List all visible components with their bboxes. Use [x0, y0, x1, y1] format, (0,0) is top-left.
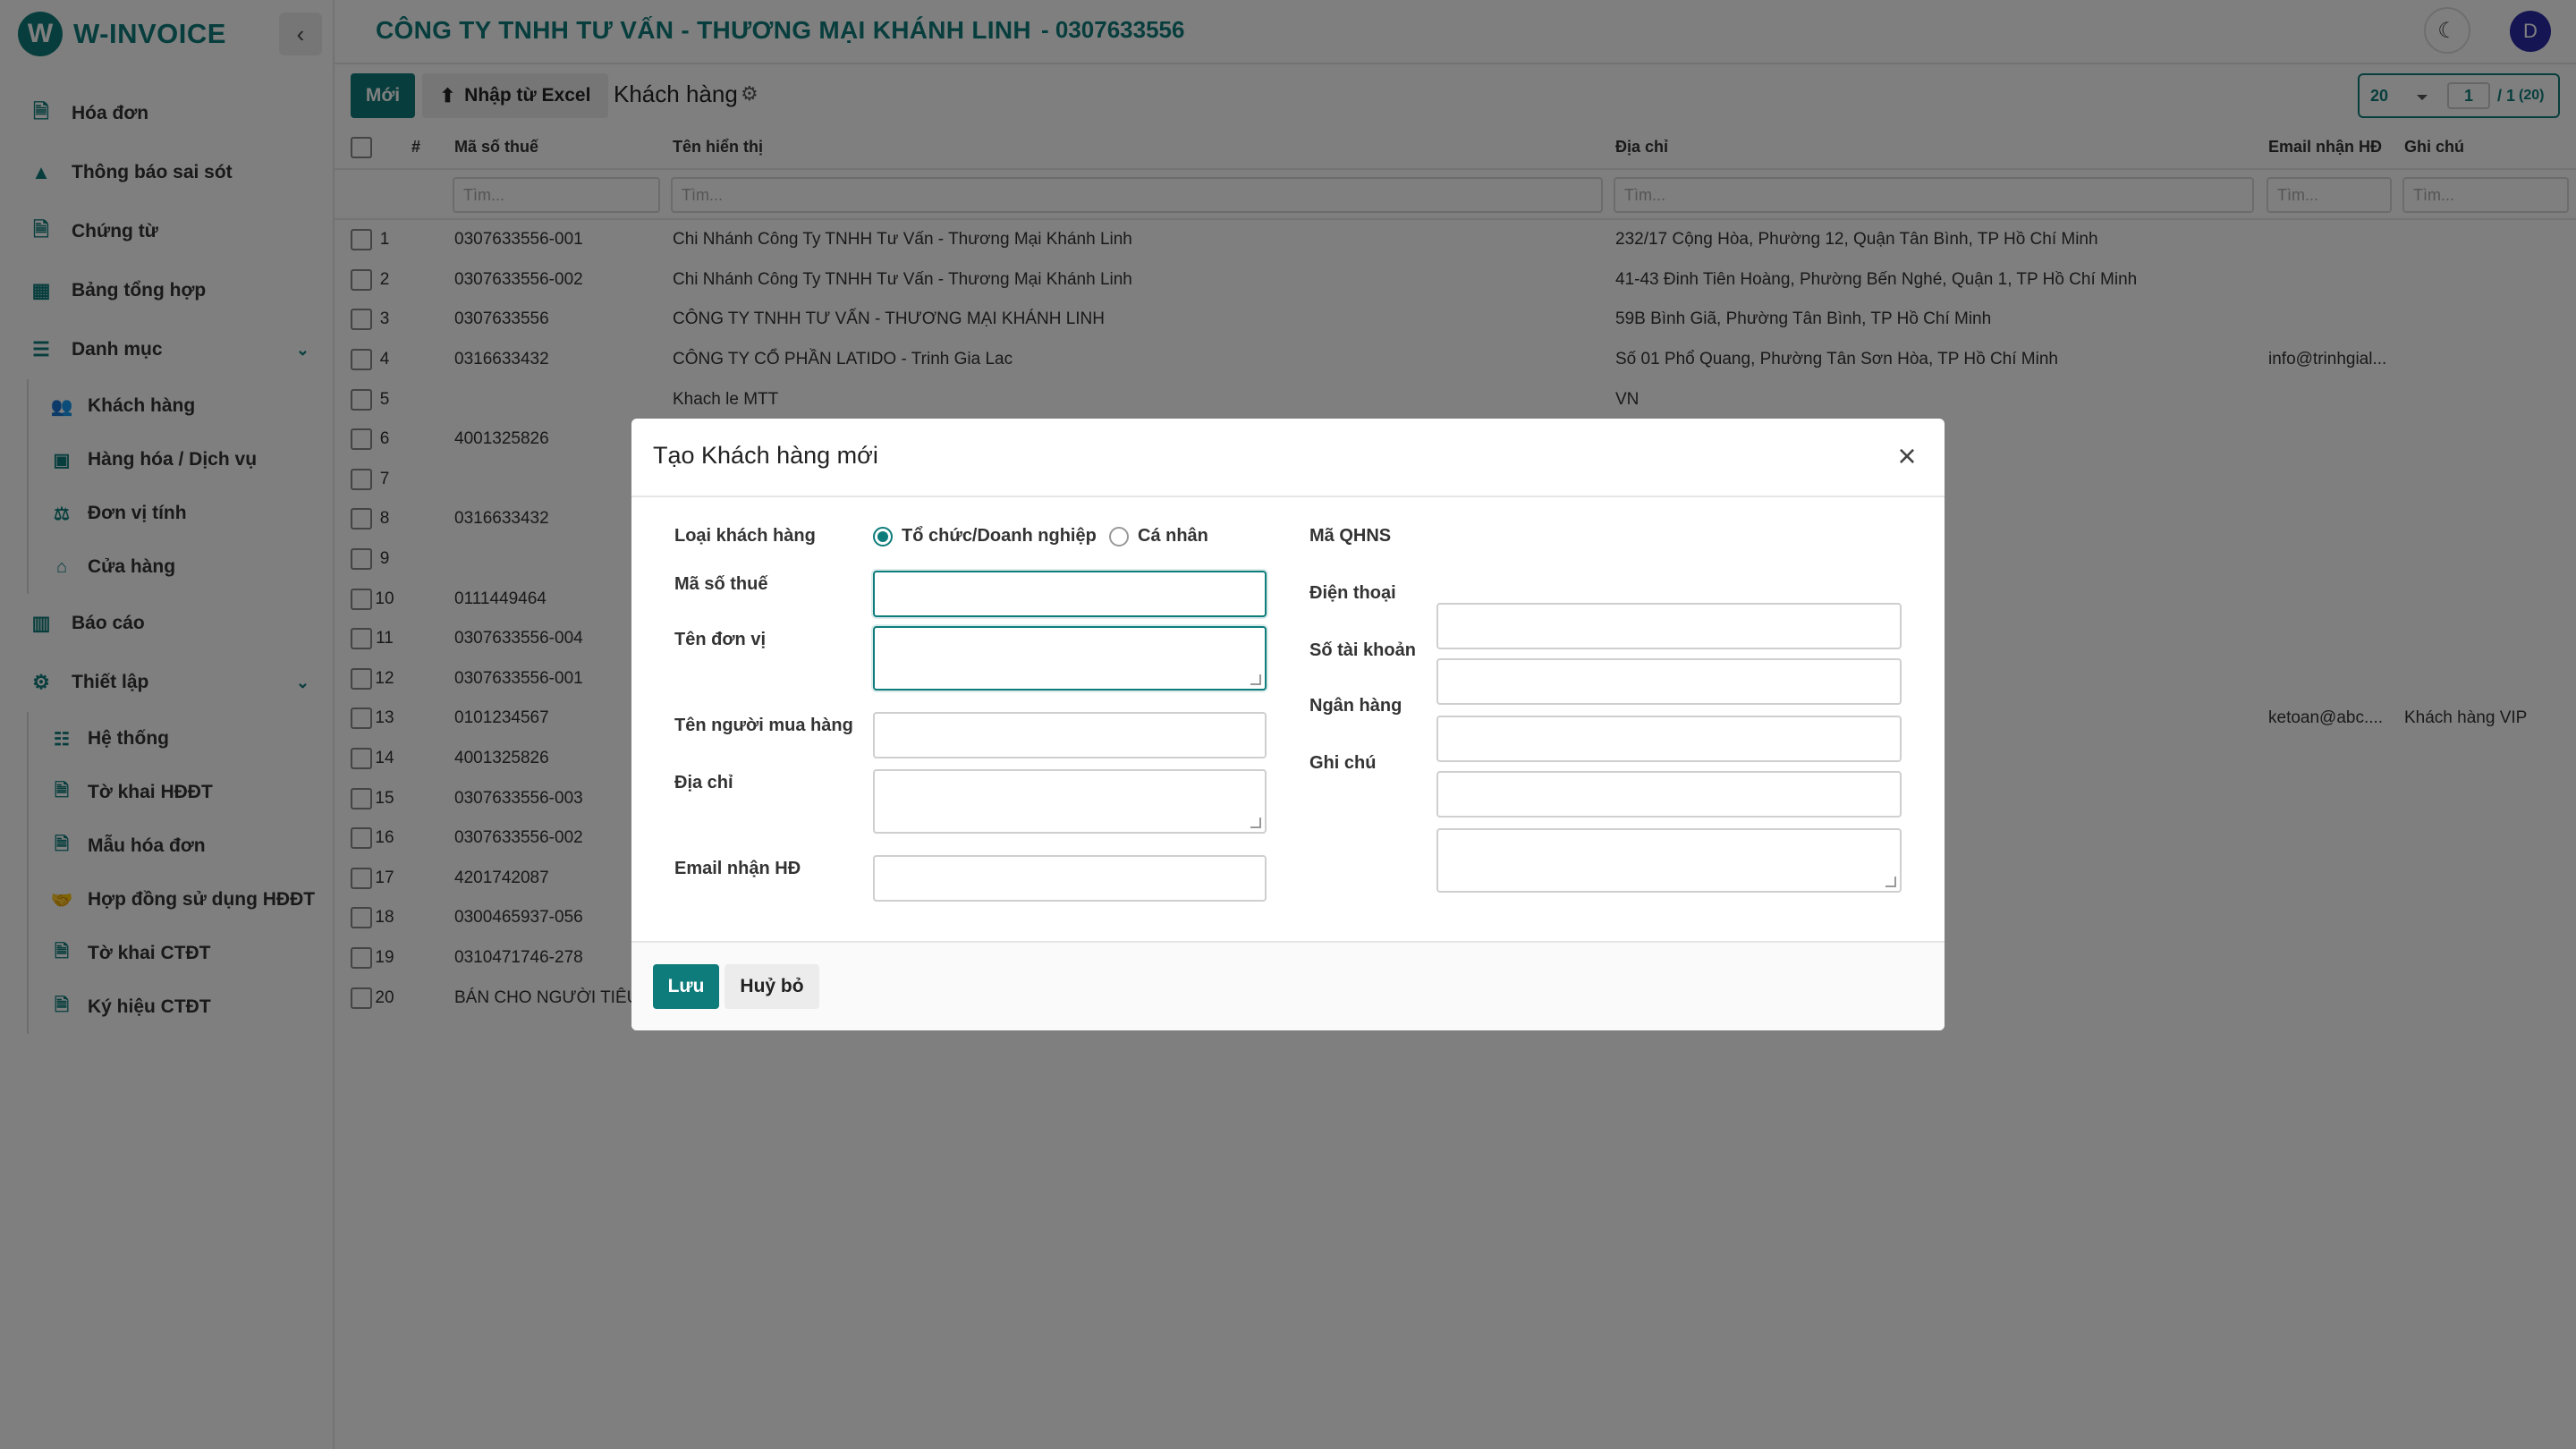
resize-handle-icon[interactable]: [1250, 674, 1261, 685]
bank-label: Ngân hàng: [1309, 696, 1402, 716]
qhns-label: Mã QHNS: [1309, 526, 1392, 546]
resize-handle-icon[interactable]: [1250, 818, 1261, 828]
customer-type-label: Loại khách hàng: [674, 526, 816, 546]
radio-individual[interactable]: Cá nhân: [1109, 526, 1208, 547]
radio-individual-label: Cá nhân: [1138, 526, 1208, 546]
radio-checked-icon: [873, 526, 893, 547]
phone-input[interactable]: [1436, 658, 1902, 705]
save-button[interactable]: Lưu: [653, 964, 719, 1009]
phone-label: Điện thoại: [1309, 583, 1396, 603]
dialog-title: Tạo Khách hàng mới: [653, 442, 878, 469]
tax-code-input[interactable]: [873, 571, 1267, 617]
account-input[interactable]: [1436, 716, 1902, 762]
dialog-header: Tạo Khách hàng mới ×: [631, 419, 1945, 497]
note-label: Ghi chú: [1309, 753, 1377, 773]
bank-input[interactable]: [1436, 771, 1902, 818]
note-textarea[interactable]: [1436, 828, 1902, 893]
email-label: Email nhận HĐ: [674, 859, 801, 878]
create-customer-dialog: Tạo Khách hàng mới × Loại khách hàng Tổ …: [631, 419, 1945, 1030]
address-textarea[interactable]: [873, 769, 1267, 834]
address-label: Địa chỉ: [674, 773, 733, 792]
tax-code-label: Mã số thuế: [674, 574, 768, 594]
radio-unchecked-icon: [1109, 526, 1129, 547]
dialog-footer: Lưu Huỷ bỏ: [631, 941, 1945, 1030]
cancel-button[interactable]: Huỷ bỏ: [724, 964, 819, 1009]
account-label: Số tài khoản: [1309, 640, 1416, 660]
close-icon[interactable]: ×: [1889, 437, 1925, 474]
qhns-input[interactable]: [1436, 603, 1902, 649]
unit-name-label: Tên đơn vị: [674, 630, 767, 649]
unit-name-textarea[interactable]: [873, 626, 1267, 691]
dialog-body: Loại khách hàng Tổ chức/Doanh nghiệp Cá …: [631, 497, 1945, 943]
buyer-name-input[interactable]: [873, 712, 1267, 758]
radio-organization-label: Tổ chức/Doanh nghiệp: [902, 526, 1097, 546]
email-input[interactable]: [873, 855, 1267, 902]
buyer-name-label: Tên người mua hàng: [674, 716, 853, 735]
radio-organization[interactable]: Tổ chức/Doanh nghiệp: [873, 526, 1097, 547]
resize-handle-icon[interactable]: [1885, 877, 1896, 887]
